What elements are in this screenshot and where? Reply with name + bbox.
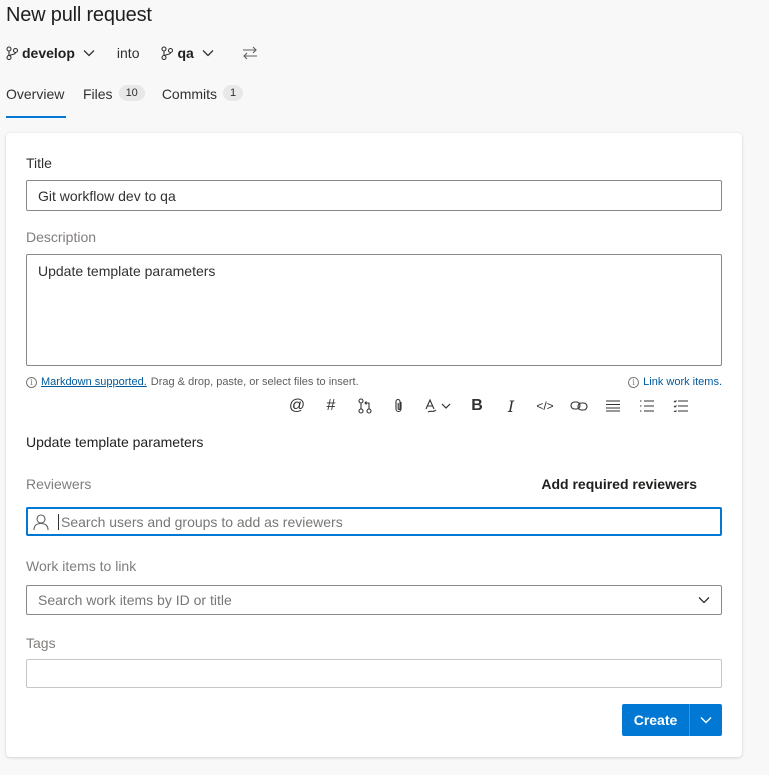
code-icon[interactable]: </> bbox=[528, 395, 562, 417]
tab-commits[interactable]: Commits 1 bbox=[161, 84, 244, 118]
create-split-button: Create bbox=[622, 704, 722, 736]
italic-icon[interactable]: I bbox=[494, 395, 528, 417]
bulleted-list-icon[interactable] bbox=[596, 395, 630, 417]
mention-icon[interactable]: @ bbox=[280, 395, 314, 417]
create-button[interactable]: Create bbox=[622, 704, 689, 736]
tags-label: Tags bbox=[26, 635, 56, 651]
tab-files[interactable]: Files 10 bbox=[83, 84, 145, 118]
title-input-value: Git workflow dev to qa bbox=[38, 187, 176, 204]
format-icon[interactable] bbox=[416, 395, 460, 417]
chevron-down-icon bbox=[698, 597, 710, 604]
description-preview: Update template parameters bbox=[26, 434, 204, 450]
work-items-search-dropdown[interactable]: Search work items by ID or title bbox=[26, 585, 722, 615]
source-branch-label: develop bbox=[22, 45, 75, 61]
swap-branches-icon[interactable] bbox=[242, 46, 258, 60]
attachment-icon[interactable] bbox=[382, 395, 416, 417]
chevron-down-icon bbox=[202, 50, 214, 57]
tab-files-label: Files bbox=[83, 86, 113, 102]
description-textarea[interactable]: Update template parameters bbox=[26, 254, 722, 366]
reviewers-search-input[interactable]: Search users and groups to add as review… bbox=[26, 507, 722, 536]
tags-input[interactable] bbox=[26, 659, 722, 688]
numbered-list-icon[interactable] bbox=[630, 395, 664, 417]
pull-request-form-card: Title Git workflow dev to qa Description… bbox=[6, 133, 742, 757]
description-value: Update template parameters bbox=[38, 263, 216, 279]
markdown-supported-link[interactable]: Markdown supported. bbox=[41, 376, 147, 388]
files-count-badge: 10 bbox=[118, 85, 145, 101]
add-required-reviewers-button[interactable]: Add required reviewers bbox=[541, 476, 697, 492]
into-label: into bbox=[116, 45, 140, 61]
tab-overview[interactable]: Overview bbox=[6, 84, 66, 118]
reviewers-label: Reviewers bbox=[26, 476, 92, 492]
bold-icon[interactable]: B bbox=[460, 395, 494, 417]
title-input[interactable]: Git workflow dev to qa bbox=[26, 180, 722, 211]
chevron-down-icon bbox=[700, 717, 712, 724]
page-title: New pull request bbox=[6, 4, 152, 26]
branch-icon bbox=[6, 46, 18, 60]
source-branch-dropdown[interactable]: develop bbox=[6, 45, 99, 61]
formatting-toolbar: @ # B I </> bbox=[280, 395, 698, 417]
link-work-items-hint: i Link work items. bbox=[628, 376, 722, 388]
tab-commits-label: Commits bbox=[161, 86, 218, 102]
title-label: Title bbox=[26, 155, 52, 171]
pull-request-icon[interactable] bbox=[348, 395, 382, 417]
create-options-button[interactable] bbox=[689, 704, 722, 736]
hashtag-icon[interactable]: # bbox=[314, 395, 348, 417]
target-branch-dropdown[interactable]: qa bbox=[161, 45, 217, 61]
branch-selector-row: develop into qa bbox=[6, 42, 258, 64]
target-branch-label: qa bbox=[177, 45, 194, 61]
description-label: Description bbox=[26, 229, 97, 245]
link-icon[interactable] bbox=[562, 395, 596, 417]
text-caret bbox=[58, 513, 59, 530]
markdown-hint-text: Drag & drop, paste, or select files to i… bbox=[150, 376, 359, 388]
tab-overview-label: Overview bbox=[6, 86, 65, 102]
markdown-hint: i Markdown supported. Drag & drop, paste… bbox=[26, 376, 359, 388]
link-work-items-link[interactable]: Link work items. bbox=[643, 376, 722, 388]
info-icon: i bbox=[628, 376, 640, 388]
reviewers-placeholder: Search users and groups to add as review… bbox=[61, 513, 343, 530]
checklist-icon[interactable] bbox=[664, 395, 698, 417]
work-items-placeholder: Search work items by ID or title bbox=[38, 592, 232, 608]
commits-count-badge: 1 bbox=[223, 85, 244, 101]
chevron-down-icon bbox=[83, 50, 95, 57]
work-items-label: Work items to link bbox=[26, 558, 137, 574]
tab-bar: Overview Files 10 Commits 1 bbox=[6, 84, 260, 118]
person-icon bbox=[33, 513, 49, 530]
info-icon: i bbox=[26, 376, 37, 388]
branch-icon bbox=[161, 46, 174, 60]
